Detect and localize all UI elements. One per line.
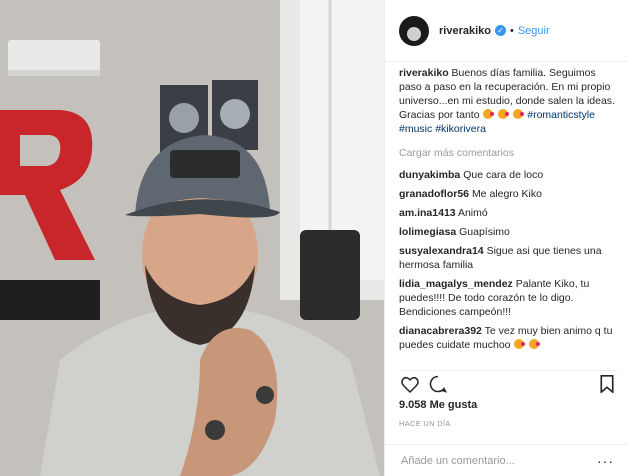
post-timestamp[interactable]: HACE UN DÍA	[399, 419, 451, 428]
comments-list: riverakiko Buenos días familia. Seguimos…	[399, 66, 618, 366]
comment-username[interactable]: lolimegiasa	[399, 226, 456, 238]
hashtag[interactable]: #kikorivera	[435, 123, 486, 135]
heart-icon[interactable]	[399, 373, 421, 395]
comment-text: Animó	[457, 207, 488, 219]
emoji-icon	[529, 339, 541, 349]
follow-button[interactable]: Seguir	[518, 25, 550, 37]
comment-username[interactable]: lidia_magalys_mendez	[399, 278, 513, 290]
comment-item: granadoflor56 Me alegro Kiko	[399, 187, 618, 201]
post-photo[interactable]	[0, 0, 384, 476]
comment-item: dunyakimba Que cara de loco	[399, 168, 618, 182]
avatar[interactable]	[399, 15, 429, 46]
comment-item: susyalexandra14 Sigue asi que tienes una…	[399, 244, 618, 272]
comment-text: Que cara de loco	[463, 169, 544, 181]
hashtag[interactable]: #romanticstyle	[527, 109, 595, 121]
comment-username[interactable]: am.ina1413	[399, 207, 456, 219]
comment-username[interactable]: dunyakimba	[399, 169, 460, 181]
add-comment-bar: ···	[385, 444, 628, 476]
emoji-icon	[514, 339, 526, 349]
comment-username[interactable]: susyalexandra14	[399, 245, 484, 257]
comment-username[interactable]: dianacabrera392	[399, 325, 482, 337]
verified-badge-icon: ✓	[494, 25, 506, 36]
likes-count[interactable]: 9.058 Me gusta	[399, 399, 477, 411]
comment-text: Guapísimo	[459, 226, 510, 238]
more-options-icon[interactable]: ···	[597, 453, 614, 469]
separator-dot: •	[509, 24, 514, 37]
comment-icon[interactable]	[427, 373, 449, 395]
caption: riverakiko Buenos días familia. Seguimos…	[399, 66, 618, 136]
comment-username[interactable]: granadoflor56	[399, 188, 469, 200]
post-side-panel: riverakiko ✓ • Seguir riverakiko Buenos …	[384, 0, 628, 476]
emoji-icon	[513, 109, 525, 119]
comment-input[interactable]	[399, 453, 597, 468]
emoji-icon	[483, 109, 495, 119]
comment-item: lolimegiasa Guapísimo	[399, 225, 618, 239]
post-username[interactable]: riverakiko	[439, 25, 491, 37]
comment-item: am.ina1413 Animó	[399, 206, 618, 220]
post-actions	[399, 370, 618, 397]
post-header: riverakiko ✓ • Seguir	[385, 0, 628, 62]
comment-item: lidia_magalys_mendez Palante Kiko, tu pu…	[399, 277, 618, 319]
load-more-comments-button[interactable]: Cargar más comentarios	[399, 146, 618, 160]
comment-item: dianacabrera392 Te vez muy bien animo q …	[399, 324, 618, 352]
caption-username[interactable]: riverakiko	[399, 67, 449, 79]
hashtag[interactable]: #music	[399, 123, 432, 135]
bookmark-icon[interactable]	[596, 373, 618, 395]
post-photo-image	[0, 0, 384, 476]
emoji-icon	[498, 109, 510, 119]
comment-text: Me alegro Kiko	[471, 188, 542, 200]
